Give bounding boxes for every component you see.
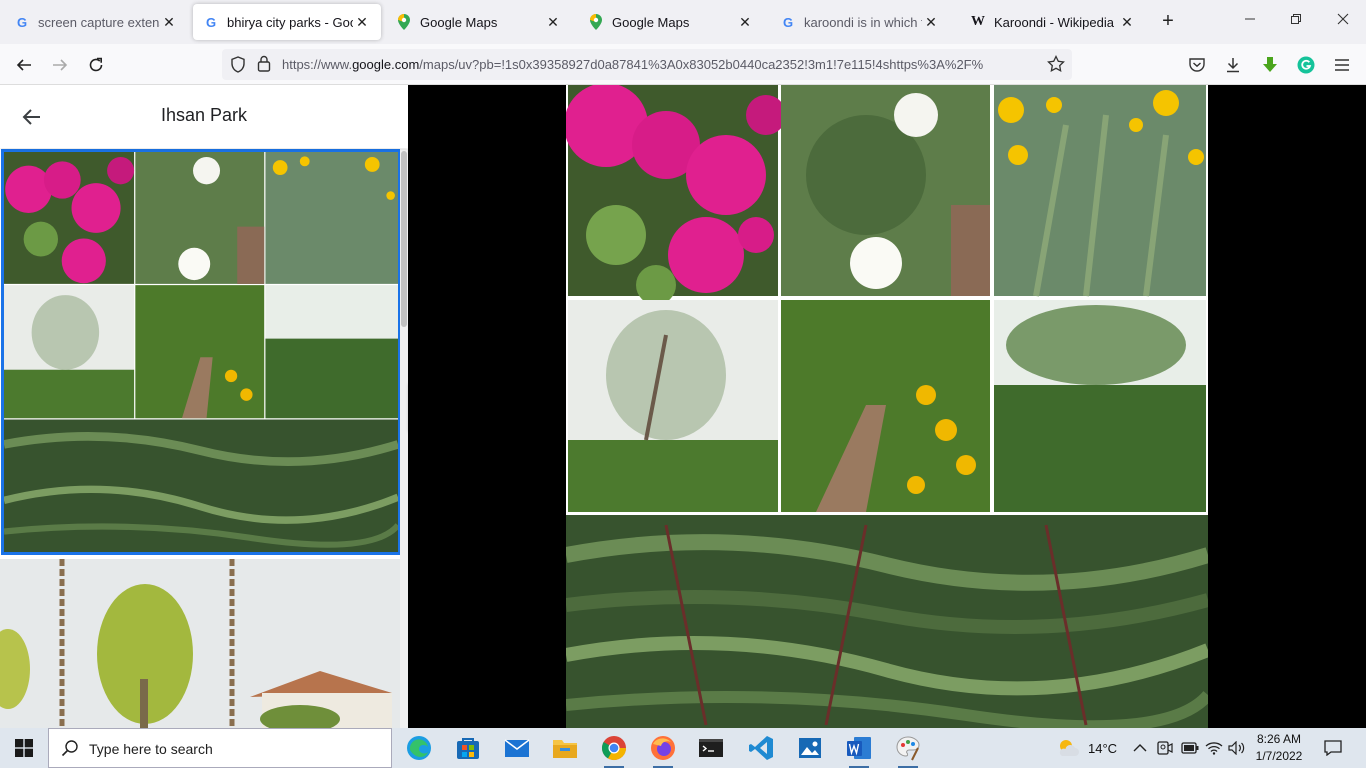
taskbar-search-box[interactable]: Type here to search (48, 728, 392, 768)
tab-title: Google Maps (612, 14, 690, 30)
maps-pin-icon (588, 14, 604, 30)
pocket-icon[interactable] (1184, 52, 1210, 78)
paint-icon[interactable] (894, 734, 922, 768)
system-clock[interactable]: 8:26 AM 1/7/2022 (1248, 731, 1310, 765)
windows-taskbar: Type here to search 14°C 8:26 AM 1/7/202… (0, 728, 1366, 768)
weather-widget[interactable]: 14°C (1056, 728, 1117, 768)
close-icon[interactable]: ✕ (544, 14, 562, 31)
edge-browser-icon[interactable] (405, 734, 433, 762)
extension-download-icon[interactable] (1257, 52, 1283, 78)
photo-thumbnail-selected[interactable] (1, 149, 401, 555)
bookmark-star-icon[interactable] (1047, 54, 1065, 78)
meet-now-icon[interactable] (1157, 728, 1173, 768)
google-g-icon: G (16, 14, 28, 30)
photo-viewer[interactable] (408, 85, 1366, 728)
tab-title: screen capture extension (38, 14, 160, 30)
tracking-shield-icon[interactable] (230, 56, 246, 78)
google-g-icon: G (205, 14, 217, 30)
close-icon[interactable]: ✕ (1118, 14, 1136, 31)
lock-icon[interactable] (257, 55, 271, 77)
garden-collage-image (4, 152, 398, 552)
chrome-icon[interactable] (600, 734, 628, 768)
tab-bhirya-city-parks[interactable]: G bhirya city parks - Google ✕ (193, 4, 381, 40)
url-domain: google.com (352, 57, 420, 72)
address-bar[interactable]: https://www.google.com/maps/uv?pb=!1s0x3… (222, 49, 1072, 80)
photo-viewer-image[interactable] (566, 85, 1208, 728)
photos-icon[interactable] (796, 734, 824, 762)
clock-time: 8:26 AM (1256, 732, 1302, 746)
search-placeholder: Type here to search (89, 741, 213, 757)
reload-icon[interactable] (83, 52, 109, 78)
weather-temperature: 14°C (1088, 740, 1118, 756)
close-icon[interactable]: ✕ (922, 14, 940, 31)
partly-cloudy-icon (1059, 740, 1079, 756)
back-arrow-icon[interactable] (11, 52, 37, 78)
grammarly-icon[interactable] (1293, 52, 1319, 78)
restore-icon[interactable] (1286, 12, 1306, 28)
search-icon (61, 740, 78, 757)
close-icon[interactable]: ✕ (160, 14, 178, 31)
close-icon[interactable]: ✕ (736, 14, 754, 31)
park-swings-image (0, 559, 400, 728)
garden-collage-large (566, 85, 1208, 728)
close-window-icon[interactable] (1333, 12, 1353, 28)
tab-title: Google Maps (420, 14, 498, 30)
notifications-icon[interactable] (1324, 728, 1342, 768)
battery-icon[interactable] (1181, 728, 1199, 768)
mail-icon[interactable] (503, 734, 531, 762)
url-text: https://www.google.com/maps/uv?pb=!1s0x3… (282, 57, 1042, 72)
tab-google-maps-2[interactable]: Google Maps ✕ (578, 4, 764, 40)
tab-title: bhirya city parks - Google (227, 14, 353, 30)
url-prefix: https://www. (282, 57, 353, 72)
file-explorer-icon[interactable] (551, 734, 579, 762)
menu-hamburger-icon[interactable] (1329, 52, 1355, 78)
browser-tab-strip: G screen capture extension ✕ G bhirya ci… (0, 0, 1366, 44)
maps-pin-icon (396, 14, 412, 30)
downloads-icon[interactable] (1220, 52, 1246, 78)
windows-logo-icon (15, 739, 33, 757)
word-icon[interactable] (845, 734, 873, 768)
tab-karoondi-search[interactable]: G karoondi is in which tehsi ✕ (770, 4, 950, 40)
forward-arrow-icon[interactable] (47, 52, 73, 78)
tab-karoondi-wikipedia[interactable]: W Karoondi - Wikipedia ✕ (960, 4, 1146, 40)
close-icon[interactable]: ✕ (353, 14, 371, 31)
panel-scrollbar-thumb[interactable] (401, 151, 407, 327)
wikipedia-w-icon: W (971, 14, 985, 29)
show-hidden-icons-icon[interactable] (1133, 728, 1147, 768)
wifi-icon[interactable] (1205, 728, 1223, 768)
start-button[interactable] (0, 728, 48, 768)
tab-title: Karoondi - Wikipedia (994, 14, 1114, 30)
clock-date: 1/7/2022 (1255, 749, 1303, 763)
place-title: Ihsan Park (160, 105, 248, 125)
firefox-icon[interactable] (649, 734, 677, 768)
url-path: /maps/uv?pb=!1s0x39358927d0a87841%3A0x83… (419, 57, 984, 72)
new-tab-button[interactable]: + (1156, 10, 1180, 34)
tab-google-maps-1[interactable]: Google Maps ✕ (386, 4, 572, 40)
photo-thumbnail[interactable] (0, 559, 400, 728)
vscode-icon[interactable] (747, 734, 775, 762)
tab-title: karoondi is in which tehsi (804, 14, 922, 30)
photo-list-panel: Ihsan Park (0, 85, 408, 728)
speaker-volume-icon[interactable] (1228, 728, 1246, 768)
microsoft-store-icon[interactable] (454, 734, 482, 762)
terminal-icon[interactable] (697, 734, 725, 762)
minimize-icon[interactable] (1240, 12, 1260, 28)
google-g-icon: G (782, 14, 794, 30)
browser-toolbar: https://www.google.com/maps/uv?pb=!1s0x3… (0, 44, 1366, 85)
panel-header: Ihsan Park (0, 85, 408, 148)
tab-screen-capture[interactable]: G screen capture extension ✕ (4, 4, 188, 40)
